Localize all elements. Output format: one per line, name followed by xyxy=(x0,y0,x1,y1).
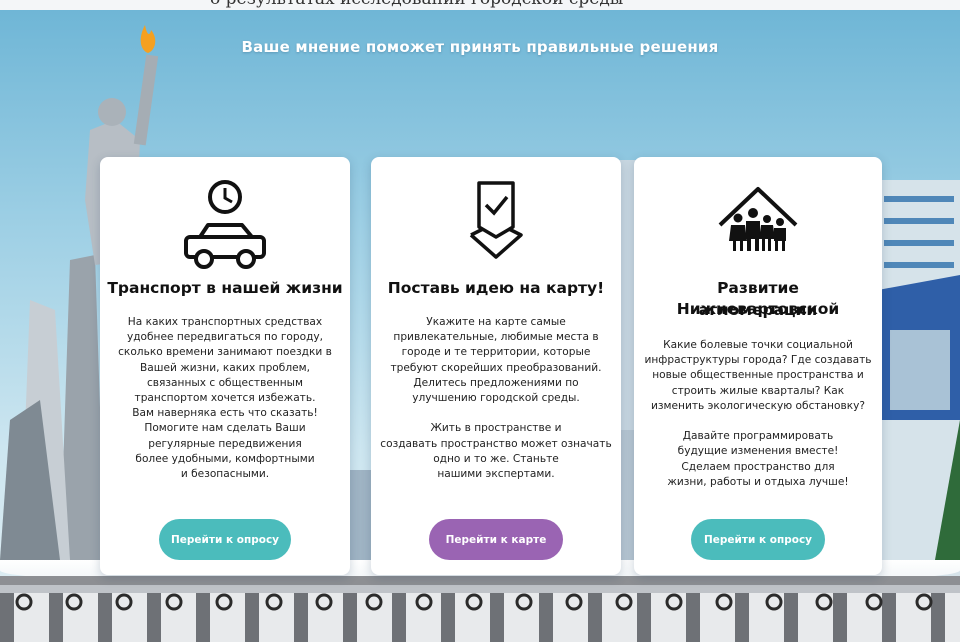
family-house-icon xyxy=(718,187,798,251)
map-button[interactable]: Перейти к карте xyxy=(429,519,563,560)
card-description: Какие болевые точки социальной инфрастру… xyxy=(644,339,872,488)
card-description: На каких транспортных средствах удобнее … xyxy=(118,316,332,481)
card-title: Поставь идею на карту! xyxy=(387,279,605,297)
clock-car-icon xyxy=(184,180,266,269)
card-title-line-2: агломерации xyxy=(698,301,818,319)
survey-button[interactable]: Перейти к опросу xyxy=(691,519,825,560)
card-title: Транспорт в нашей жизни xyxy=(107,279,343,297)
card-transport: Транспорт в нашей жизни На каких транспо… xyxy=(100,157,350,575)
survey-button[interactable]: Перейти к опросу xyxy=(159,519,291,560)
card-agglomeration: Развитие Нижневартовской агломерации Как… xyxy=(634,157,882,575)
map-pin-check-icon xyxy=(469,181,523,259)
card-description: Укажите на карте самые привлекательные, … xyxy=(380,316,612,481)
page-headline: Ваше мнение поможет принять правильные р… xyxy=(241,38,719,56)
fence-rings xyxy=(15,593,933,611)
card-map-idea: Поставь идею на карту! Укажите на карте … xyxy=(371,157,621,575)
